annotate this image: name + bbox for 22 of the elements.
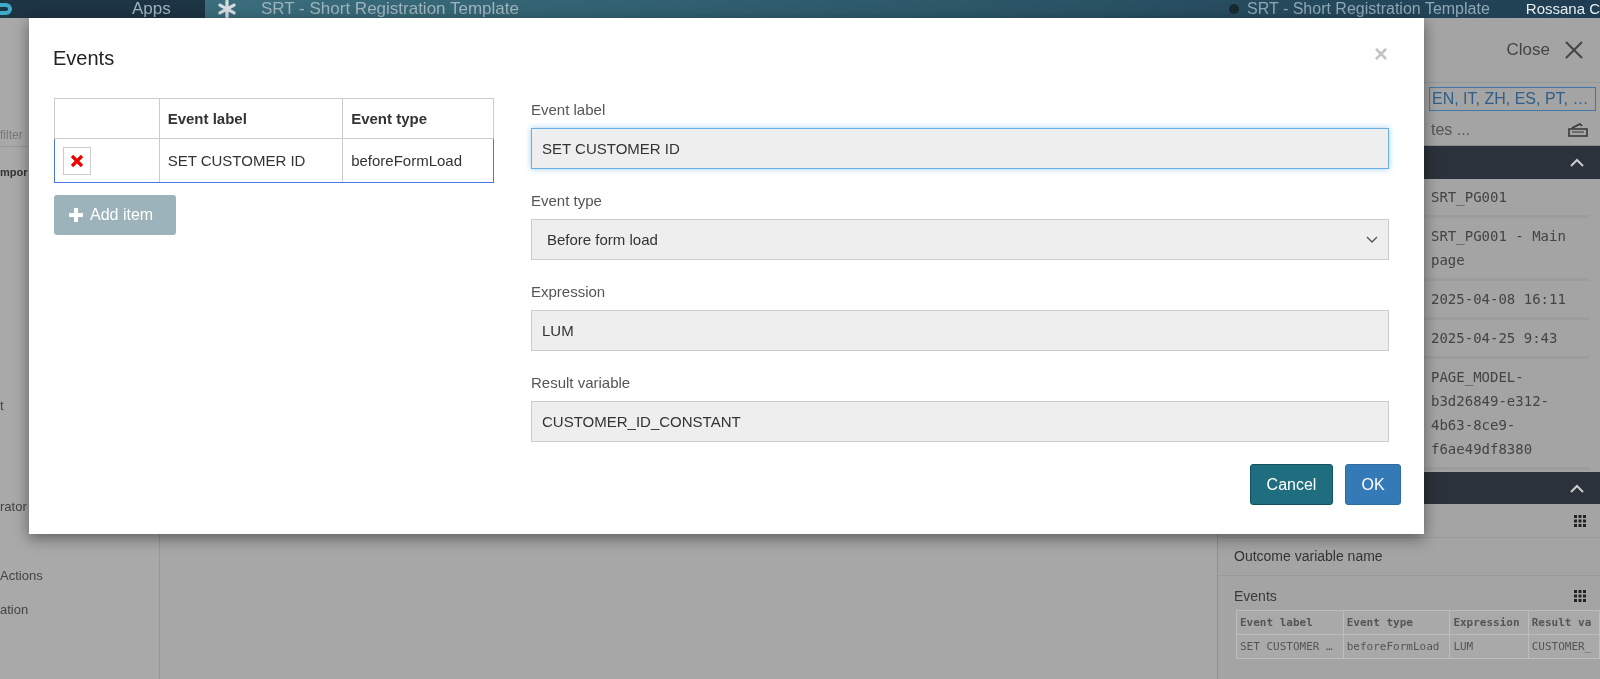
context-title: SRT - Short Registration Template — [1247, 0, 1490, 18]
table-cell: beforeFormLoad — [342, 138, 494, 183]
events-label: Events — [1234, 588, 1277, 604]
app-title: SRT - Short Registration Template — [261, 0, 519, 18]
column-header: Expression — [1449, 610, 1529, 635]
select-value: Before form load — [547, 231, 658, 248]
field-label: Expression — [531, 282, 607, 302]
column-header: Event type — [1343, 610, 1450, 635]
field-label: Event label — [531, 100, 607, 120]
column-header: Event label — [159, 98, 343, 139]
notes-text: tes ... — [1431, 121, 1471, 139]
table-cell: beforeFormLoad — [1343, 634, 1450, 659]
outcome-label: Outcome variable name — [1218, 538, 1600, 576]
table-cell: SET CUSTOMER ID — [159, 138, 343, 183]
field-label: Result variable — [531, 373, 632, 393]
dialog-title: Events — [53, 46, 115, 70]
column-header: Result va — [1528, 610, 1600, 635]
column-header: Event type — [342, 98, 494, 139]
field-label: Event type — [531, 191, 603, 211]
section-heading: mpor — [0, 165, 29, 180]
column-header: Event label — [1236, 610, 1344, 635]
table-cell: SET CUSTOMER … — [1236, 634, 1344, 659]
